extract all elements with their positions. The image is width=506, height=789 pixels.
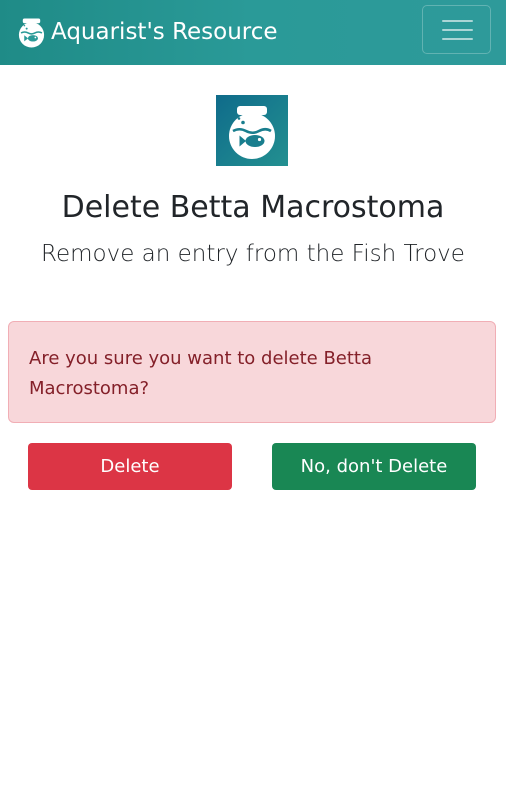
alert-message: Are you sure you want to delete Betta Ma… [29,348,373,399]
navbar-toggle-button[interactable] [422,5,491,54]
cancel-delete-button[interactable]: No, don't Delete [272,443,476,490]
brand-name: Aquarist's Resource [51,19,278,45]
top-navbar: Aquarist's Resource [0,0,506,65]
page-title: Delete Betta Macrostoma [61,190,445,225]
delete-button[interactable]: Delete [28,443,232,490]
fishbowl-icon [229,106,275,159]
delete-confirmation-alert: Are you sure you want to delete Betta Ma… [8,321,496,423]
page-subtitle: Remove an entry from the Fish Trove [41,241,465,267]
fishbowl-icon [18,17,45,48]
brand-link[interactable]: Aquarist's Resource [16,14,278,50]
fish-trove-logo [216,95,288,166]
